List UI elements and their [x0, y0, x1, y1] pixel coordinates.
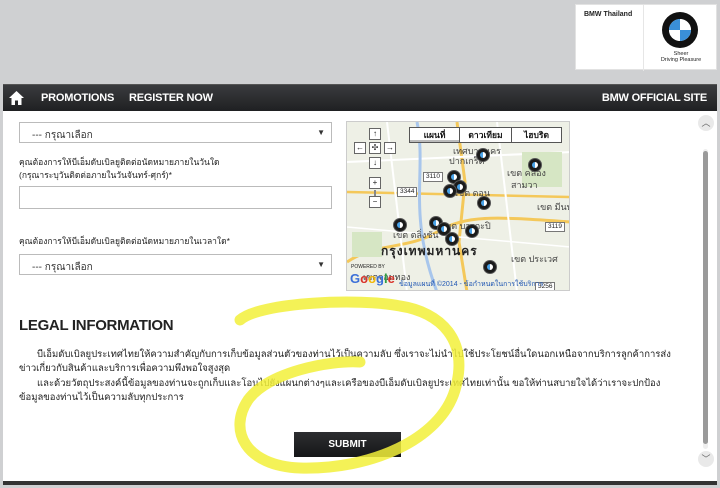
dealer-pin-icon[interactable] [528, 158, 542, 172]
bmw-logo-icon [662, 12, 698, 48]
pan-center-icon[interactable]: ✣ [369, 142, 381, 154]
pan-up-icon[interactable]: ↑ [369, 128, 381, 140]
legal-title: LEGAL INFORMATION [19, 317, 174, 334]
scroll-thumb[interactable] [703, 151, 708, 444]
form-content: --- กรุณาเลือก ▼ คุณต้องการให้บีเอ็มดับเ… [3, 111, 717, 483]
dealer-pin-icon[interactable] [445, 232, 459, 246]
road-shield: 3119 [545, 222, 565, 232]
footer-bar [3, 481, 717, 485]
road-shield: 3110 [423, 172, 443, 182]
dealer-pin-icon[interactable] [465, 224, 479, 238]
contact-time-question: คุณต้องการให้บีเอ็มดับเบิลยูติดต่อนัดหมา… [19, 236, 230, 246]
pan-down-icon[interactable]: ↓ [369, 157, 381, 169]
model-select[interactable]: --- กรุณาเลือก ▼ [19, 122, 332, 143]
zoom-out-icon[interactable]: − [369, 196, 381, 208]
submit-button[interactable]: SUBMIT [294, 432, 401, 457]
chevron-down-icon: ▼ [317, 128, 325, 137]
road-shield: 3344 [397, 187, 418, 197]
contact-day-input[interactable] [19, 186, 332, 209]
dealer-pin-icon[interactable] [476, 148, 490, 162]
nav-promotions[interactable]: PROMOTIONS [41, 92, 114, 104]
nav-register-now[interactable]: REGISTER NOW [129, 92, 213, 104]
map-tab-hybrid[interactable]: ไฮบริด [511, 127, 562, 143]
model-select-value: --- กรุณาเลือก [32, 130, 93, 141]
home-icon[interactable] [9, 91, 24, 105]
powered-by-label: POWERED BY [351, 264, 385, 270]
scrollbar[interactable]: ︿ ﹀ [695, 111, 717, 483]
map-label: สามวา [511, 180, 538, 190]
pan-right-icon[interactable]: → [384, 142, 396, 154]
nav-bmw-official-site[interactable]: BMW OFFICIAL SITE [602, 92, 707, 104]
map-label: เขต มีนบ [537, 202, 570, 212]
zoom-in-icon[interactable]: + [369, 177, 381, 189]
brand-divider [643, 5, 644, 71]
brand-box[interactable]: BMW Thailand Sheer Driving Pleasure [575, 4, 717, 71]
legal-paragraph: และด้วยวัตถุประสงค์นี้ข้อมูลของท่านจะถูก… [19, 378, 661, 403]
dealer-pin-icon[interactable] [393, 218, 407, 232]
map-label: เขต ประเวศ [511, 254, 558, 264]
map-city-label: กรุงเทพมหานคร [381, 244, 478, 258]
dealer-pin-icon[interactable] [477, 196, 491, 210]
contact-time-select[interactable]: --- กรุณาเลือก ▼ [19, 254, 332, 275]
contact-day-question: คุณต้องการให้บีเอ็มดับเบิลยูติดต่อนัดหมา… [19, 157, 220, 180]
google-logo[interactable]: Google [350, 271, 395, 286]
dealer-map[interactable]: แผนที่ ดาวเทียม ไฮบริด ↑ ← ✣ → ↓ + − เทศ… [346, 121, 570, 291]
map-tab-satellite[interactable]: ดาวเทียม [459, 127, 512, 143]
contact-time-select-value: --- กรุณาเลือก [32, 262, 93, 273]
scroll-down-icon[interactable]: ﹀ [698, 451, 714, 467]
top-header: BMW Thailand Sheer Driving Pleasure [0, 0, 720, 84]
map-type-tabs: แผนที่ ดาวเทียม ไฮบริด [409, 127, 562, 143]
dealer-pin-icon[interactable] [443, 184, 457, 198]
main-nav: PROMOTIONS REGISTER NOW BMW OFFICIAL SIT… [3, 84, 717, 111]
chevron-down-icon: ▼ [317, 260, 325, 269]
map-copyright-link[interactable]: ข้อมูลแผนที่ ©2014 - ข้อกำหนดในการใช้บริ… [399, 279, 543, 290]
brand-tagline: Sheer Driving Pleasure [660, 51, 702, 63]
dealer-pin-icon[interactable] [483, 260, 497, 274]
pan-left-icon[interactable]: ← [354, 142, 366, 154]
map-tab-map[interactable]: แผนที่ [409, 127, 460, 143]
brand-country-label: BMW Thailand [584, 11, 633, 18]
legal-paragraph: บีเอ็มดับเบิลยูประเทศไทยให้ความสำคัญกับก… [19, 349, 671, 374]
scroll-up-icon[interactable]: ︿ [698, 115, 714, 131]
